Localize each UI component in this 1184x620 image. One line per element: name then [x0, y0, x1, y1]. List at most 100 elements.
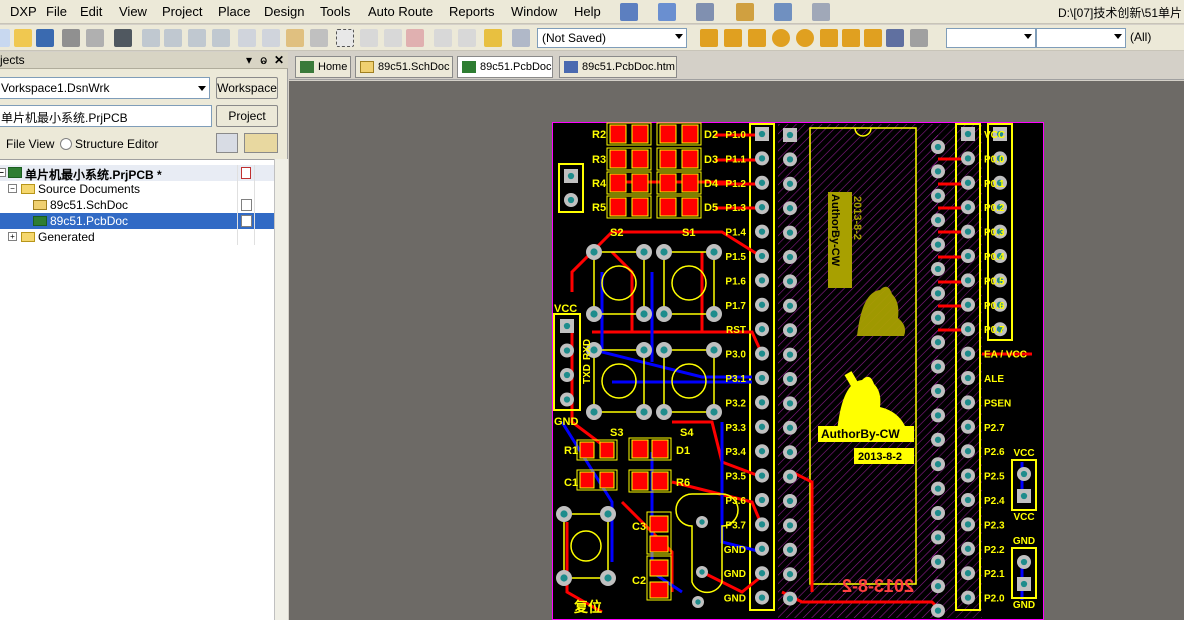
cut-icon[interactable]	[238, 29, 256, 47]
all-combo[interactable]: (All)	[1126, 28, 1184, 48]
select-tool-icon[interactable]	[774, 3, 792, 21]
panel-menu-icon[interactable]: ▾	[246, 53, 252, 67]
tree-item-pcbdoc[interactable]: 89c51.PcbDoc	[0, 213, 274, 229]
workspace-select[interactable]: Vorkspace1.DsnWrk	[0, 77, 210, 99]
collapse-icon[interactable]: −	[0, 168, 6, 177]
tab-schdoc[interactable]: 89c51.SchDoc	[355, 56, 453, 78]
save-icon[interactable]	[36, 29, 54, 47]
tree-item-schdoc[interactable]: 89c51.SchDoc	[0, 197, 274, 213]
right-pin-label: P2.3	[984, 520, 1005, 531]
layer-combo[interactable]	[946, 28, 1036, 48]
place-polygon-icon[interactable]	[864, 29, 882, 47]
ic-left-pad-hole	[786, 351, 794, 358]
ic-right-pad-hole	[934, 558, 942, 565]
copy-icon[interactable]	[262, 29, 280, 47]
project-button[interactable]: Project	[216, 105, 278, 127]
place-component-icon[interactable]	[910, 29, 928, 47]
place-fill-icon[interactable]	[842, 29, 860, 47]
print-preview-icon[interactable]	[86, 29, 104, 47]
bottom-date-mirror: 2013-8-2	[842, 576, 914, 596]
menu-project[interactable]: Project	[162, 4, 202, 19]
print-icon[interactable]	[62, 29, 80, 47]
file-view-radio[interactable]: File View	[6, 137, 54, 151]
project-field[interactable]: 单片机最小系统.PrjPCB	[0, 105, 212, 127]
pcb-board[interactable]: R2 R3 R4 R5 D2 D3 D4 D5 S2 S1 S3 S4 R1 C…	[552, 122, 1044, 620]
place-string-icon[interactable]	[886, 29, 904, 47]
align-tool-icon[interactable]	[658, 3, 676, 21]
right-pin-label: VCC	[984, 130, 1005, 141]
wiring-tool-icon[interactable]	[620, 3, 638, 21]
cross-probe-icon[interactable]	[484, 29, 502, 47]
filter-combo[interactable]	[1036, 28, 1126, 48]
close-icon[interactable]: ✕	[274, 53, 284, 67]
button-pad-hole	[590, 310, 598, 318]
right-header-pad-hole	[964, 521, 972, 528]
save-status-combo[interactable]: (Not Saved)	[537, 28, 687, 48]
right-header-pad-hole	[964, 545, 972, 552]
document-options-icon[interactable]	[244, 133, 278, 153]
pcb-editor-canvas[interactable]: R2 R3 R4 R5 D2 D3 D4 D5 S2 S1 S3 S4 R1 C…	[289, 81, 1184, 620]
menu-auto-route[interactable]: Auto Route	[368, 4, 433, 19]
tab-home[interactable]: Home	[295, 56, 351, 78]
collapse-icon[interactable]: −	[8, 184, 17, 193]
menu-reports[interactable]: Reports	[449, 4, 495, 19]
zoom-select-icon[interactable]	[188, 29, 206, 47]
route-multi-icon[interactable]	[724, 29, 742, 47]
zoom-fit-icon[interactable]	[142, 29, 160, 47]
layers-stack-icon[interactable]	[114, 29, 132, 47]
right-pin-label: P2.6	[984, 447, 1005, 458]
menu-edit[interactable]: Edit	[80, 4, 102, 19]
right-header-pad-hole	[964, 301, 972, 308]
pin-icon[interactable]: ⱺ	[260, 53, 267, 67]
tree-item-source-documents[interactable]: − Source Documents	[0, 181, 274, 197]
vertical-scrollbar[interactable]	[274, 159, 288, 620]
clear-filter-icon[interactable]	[406, 29, 424, 47]
place-arc-icon[interactable]	[820, 29, 838, 47]
ic-left-pad-hole	[786, 595, 794, 602]
button-pad-hole	[640, 310, 648, 318]
zoom-filter-icon[interactable]	[212, 29, 230, 47]
paste-icon[interactable]	[286, 29, 304, 47]
expand-icon[interactable]: +	[8, 232, 17, 241]
tab-pcbdoc[interactable]: 89c51.PcbDoc	[457, 56, 553, 78]
zoom-area-icon[interactable]	[164, 29, 182, 47]
left-pin-label: P1.2	[725, 179, 746, 190]
tree-item-generated[interactable]: + Generated	[0, 229, 274, 245]
open-folder-icon[interactable]	[14, 29, 32, 47]
undo-icon[interactable]	[434, 29, 452, 47]
menu-view[interactable]: View	[119, 4, 147, 19]
deselect-icon[interactable]	[384, 29, 402, 47]
new-file-icon[interactable]	[0, 29, 10, 47]
tree-column-divider	[237, 165, 238, 245]
place-pad-icon[interactable]	[772, 29, 790, 47]
right-pin-label: P0.2	[984, 203, 1005, 214]
menu-dxp[interactable]: DXP	[10, 4, 37, 19]
component-tool-icon[interactable]	[696, 3, 714, 21]
grid-icon[interactable]	[812, 3, 830, 21]
layer-tool-icon[interactable]	[736, 3, 754, 21]
menu-place[interactable]: Place	[218, 4, 251, 19]
move-icon[interactable]	[360, 29, 378, 47]
tab-pcbdoc-htm[interactable]: 89c51.PcbDoc.htm	[559, 56, 677, 78]
menu-help[interactable]: Help	[574, 4, 601, 19]
left-header-pad-hole	[758, 326, 766, 333]
left-header-pad-hole	[758, 570, 766, 577]
serial-header-pad-hole	[563, 371, 571, 379]
workspace-button[interactable]: Workspace	[216, 77, 278, 99]
tree-item-project[interactable]: − 单片机最小系统.PrjPCB *	[0, 165, 274, 182]
structure-editor-radio-button[interactable]	[60, 138, 72, 150]
menu-tools[interactable]: Tools	[320, 4, 350, 19]
rubber-stamp-icon[interactable]	[310, 29, 328, 47]
button-pad-hole	[710, 408, 718, 416]
select-rect-icon[interactable]	[336, 29, 354, 47]
route-icon[interactable]	[700, 29, 718, 47]
browse-icon[interactable]	[512, 29, 530, 47]
redo-icon[interactable]	[458, 29, 476, 47]
diff-pair-icon[interactable]	[748, 29, 766, 47]
left-pin-label: P3.4	[725, 447, 746, 458]
menu-design[interactable]: Design	[264, 4, 304, 19]
menu-file[interactable]: File	[46, 4, 67, 19]
place-via-icon[interactable]	[796, 29, 814, 47]
project-options-icon[interactable]	[216, 133, 238, 153]
menu-window[interactable]: Window	[511, 4, 557, 19]
